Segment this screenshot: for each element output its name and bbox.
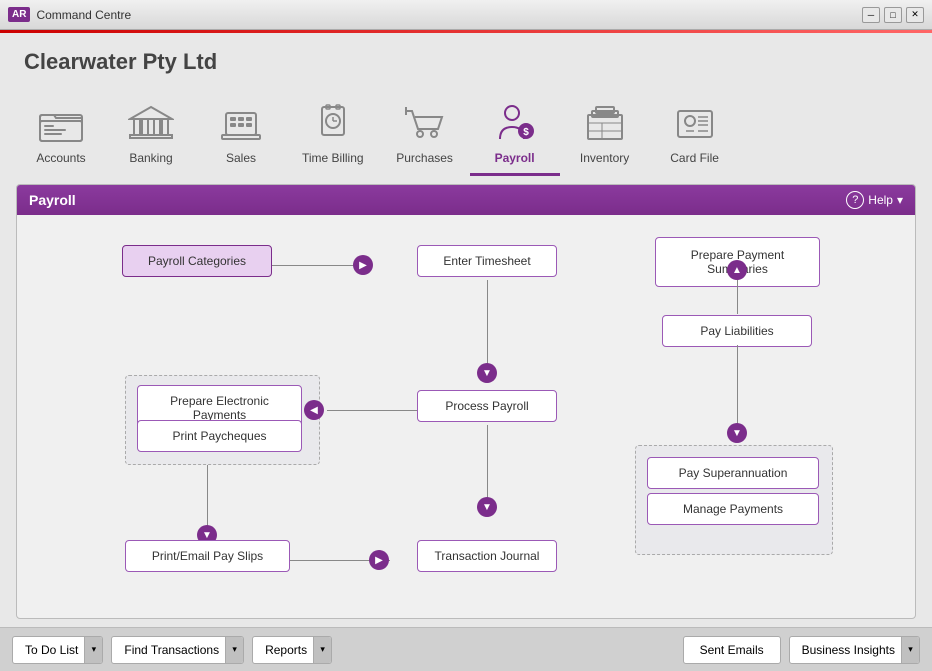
bottom-bar: To Do List ▾ Find Transactions ▾ Reports…	[0, 627, 932, 671]
bank-icon	[127, 99, 175, 147]
nav-label-time-billing: Time Billing	[302, 151, 364, 165]
arrow-right-1: ▶	[353, 255, 373, 275]
help-dropdown-icon: ▾	[897, 193, 903, 207]
sent-emails-label: Sent Emails	[700, 643, 764, 657]
enter-timesheet-box[interactable]: Enter Timesheet	[417, 245, 557, 277]
nav-bar: Accounts Banking	[0, 83, 932, 176]
window-controls: ─ □ ✕	[862, 7, 924, 23]
transaction-journal-box[interactable]: Transaction Journal	[417, 540, 557, 572]
panel-title: Payroll	[29, 192, 76, 208]
nav-item-card-file[interactable]: Card File	[650, 91, 740, 173]
manage-payments-box[interactable]: Manage Payments	[647, 493, 819, 525]
find-transactions-button[interactable]: Find Transactions ▾	[111, 636, 244, 664]
print-paycheques-box[interactable]: Print Paycheques	[137, 420, 302, 452]
pay-liabilities-box[interactable]: Pay Liabilities	[662, 315, 812, 347]
help-label: Help	[868, 193, 893, 207]
nav-item-payroll[interactable]: $ Payroll	[470, 91, 560, 176]
nav-item-sales[interactable]: Sales	[196, 91, 286, 173]
clock-icon	[309, 99, 357, 147]
todo-list-label: To Do List	[25, 643, 78, 657]
close-button[interactable]: ✕	[906, 7, 924, 23]
line-v-right	[737, 345, 738, 431]
nav-label-purchases: Purchases	[396, 151, 453, 165]
find-transactions-arrow[interactable]: ▾	[225, 637, 243, 663]
nav-item-purchases[interactable]: Purchases	[380, 91, 470, 173]
nav-label-sales: Sales	[226, 151, 256, 165]
panel-header: Payroll ? Help ▾	[17, 185, 915, 215]
maximize-button[interactable]: □	[884, 7, 902, 23]
payroll-icon: $	[491, 99, 539, 147]
payroll-panel: Payroll ? Help ▾ Payroll Categories ▶ En…	[16, 184, 916, 619]
nav-label-payroll: Payroll	[495, 151, 535, 165]
nav-label-banking: Banking	[129, 151, 172, 165]
inventory-icon	[581, 99, 629, 147]
reports-arrow[interactable]: ▾	[313, 637, 331, 663]
company-name: Clearwater Pty Ltd	[24, 49, 908, 75]
arrow-left-1: ◀	[304, 400, 324, 420]
header: Clearwater Pty Ltd	[0, 33, 932, 83]
main-area: Clearwater Pty Ltd Accounts	[0, 33, 932, 671]
arrow-right-2: ▶	[369, 550, 389, 570]
line-process-to-group	[327, 410, 422, 411]
reports-label: Reports	[265, 643, 307, 657]
nav-item-inventory[interactable]: Inventory	[560, 91, 650, 173]
nav-item-time-billing[interactable]: Time Billing	[286, 91, 380, 173]
arrow-down-right: ▼	[727, 423, 747, 443]
sent-emails-button[interactable]: Sent Emails	[683, 636, 781, 664]
minimize-button[interactable]: ─	[862, 7, 880, 23]
cardfile-icon	[671, 99, 719, 147]
app-title: Command Centre	[36, 8, 131, 22]
payroll-categories-box[interactable]: Payroll Categories	[122, 245, 272, 277]
nav-label-inventory: Inventory	[580, 151, 629, 165]
nav-item-accounts[interactable]: Accounts	[16, 91, 106, 173]
help-icon: ?	[846, 191, 864, 209]
title-bar: AR Command Centre ─ □ ✕	[0, 0, 932, 30]
line-v-center-2	[487, 425, 488, 505]
app-logo: AR	[8, 7, 30, 22]
find-transactions-label: Find Transactions	[124, 643, 219, 657]
arrow-down-center: ▼	[477, 363, 497, 383]
print-email-payslips-box[interactable]: Print/Email Pay Slips	[125, 540, 290, 572]
pay-superannuation-box[interactable]: Pay Superannuation	[647, 457, 819, 489]
nav-label-accounts: Accounts	[36, 151, 85, 165]
arrow-down-center-2: ▼	[477, 497, 497, 517]
payroll-content: Payroll Categories ▶ Enter Timesheet Pre…	[17, 215, 915, 612]
business-insights-button[interactable]: Business Insights ▾	[789, 636, 920, 664]
arrow-up-right: ▲	[727, 260, 747, 280]
business-insights-label: Business Insights	[802, 643, 895, 657]
todo-list-arrow[interactable]: ▾	[84, 637, 102, 663]
todo-list-button[interactable]: To Do List ▾	[12, 636, 103, 664]
register-icon	[217, 99, 265, 147]
cart-icon	[401, 99, 449, 147]
nav-item-banking[interactable]: Banking	[106, 91, 196, 173]
reports-button[interactable]: Reports ▾	[252, 636, 332, 664]
svg-text:$: $	[523, 127, 529, 138]
folder-icon	[37, 99, 85, 147]
help-button[interactable]: ? Help ▾	[846, 191, 903, 209]
business-insights-arrow[interactable]: ▾	[901, 637, 919, 663]
nav-label-card-file: Card File	[670, 151, 719, 165]
process-payroll-box[interactable]: Process Payroll	[417, 390, 557, 422]
